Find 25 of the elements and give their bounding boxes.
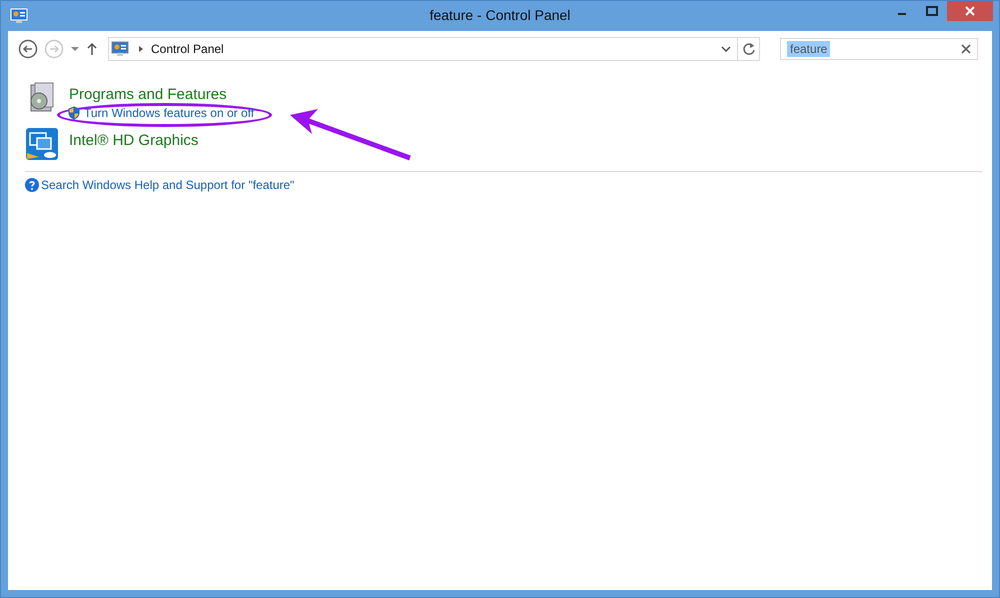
search-text: feature bbox=[787, 41, 830, 57]
shield-icon bbox=[67, 106, 81, 120]
maximize-icon bbox=[926, 6, 938, 16]
control-panel-icon[interactable] bbox=[10, 8, 28, 24]
window-title: feature - Control Panel bbox=[430, 7, 570, 23]
help-link[interactable]: Search Windows Help and Support for "feature" bbox=[41, 178, 294, 192]
refresh-icon bbox=[742, 42, 756, 56]
category-title[interactable]: Intel® HD Graphics bbox=[69, 133, 198, 149]
dropdown-icon[interactable] bbox=[721, 46, 731, 52]
graphics-icon bbox=[25, 127, 59, 161]
close-button[interactable] bbox=[947, 1, 993, 21]
breadcrumb[interactable]: Control Panel bbox=[151, 42, 224, 56]
up-button[interactable] bbox=[86, 42, 98, 56]
address-bar[interactable]: Control Panel bbox=[108, 37, 760, 61]
back-button[interactable] bbox=[18, 39, 38, 59]
recent-dropdown[interactable] bbox=[70, 46, 80, 52]
chevron-icon bbox=[137, 45, 145, 53]
clear-icon[interactable] bbox=[961, 44, 971, 54]
search-field[interactable]: feature bbox=[780, 38, 978, 60]
category-title[interactable]: Programs and Features bbox=[69, 87, 254, 103]
help-icon bbox=[25, 178, 39, 192]
task-link[interactable]: Turn Windows features on or off bbox=[67, 106, 254, 120]
close-icon bbox=[965, 6, 975, 16]
minimize-icon bbox=[897, 12, 907, 16]
control-panel-icon bbox=[111, 41, 129, 57]
